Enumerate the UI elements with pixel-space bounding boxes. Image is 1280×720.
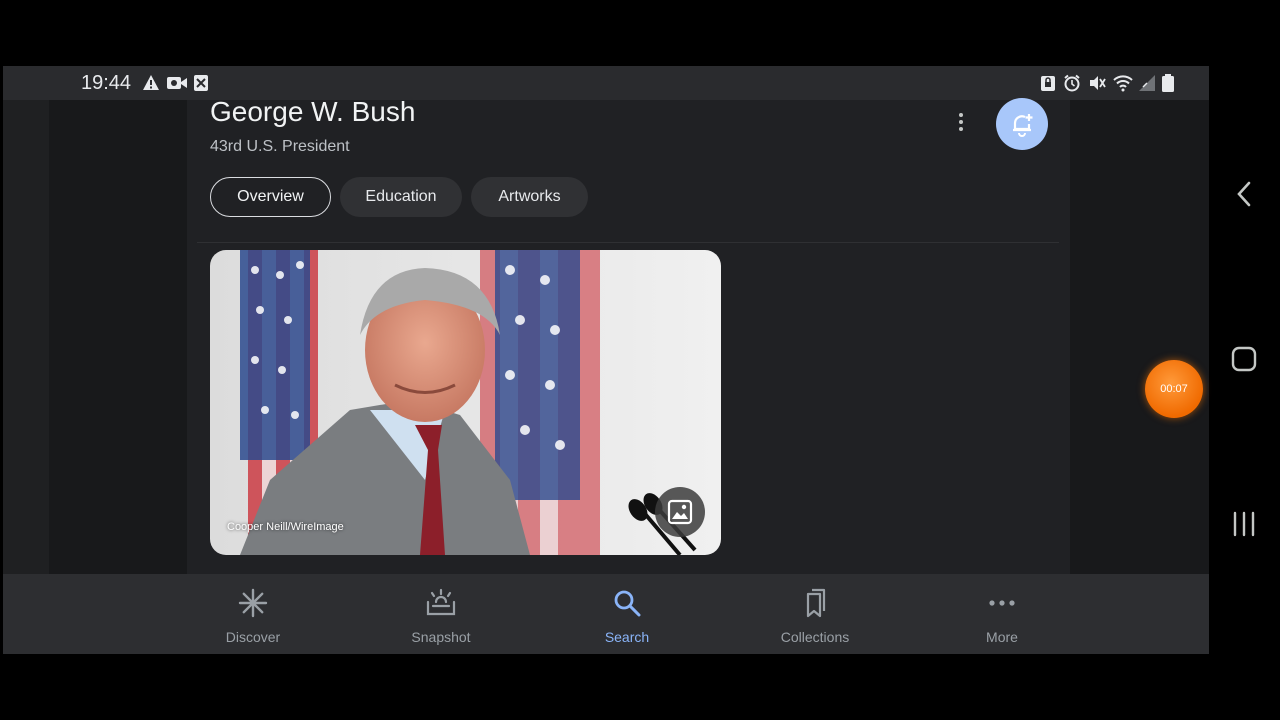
status-bar: 19:44 <box>3 66 1209 100</box>
tab-label: Artworks <box>498 188 561 205</box>
more-vert-icon[interactable] <box>949 108 973 136</box>
image-credit: Cooper Neill/WireImage <box>227 521 344 533</box>
nav-discover[interactable]: Discover <box>183 574 323 654</box>
mute-icon <box>1090 76 1106 90</box>
nav-search[interactable]: Search <box>557 574 697 654</box>
nav-collections[interactable]: Collections <box>745 574 885 654</box>
bottom-navigation: Discover Snapshot Search Collections Mor… <box>3 574 1209 654</box>
video-camera-icon <box>167 77 187 89</box>
more-horiz-icon <box>989 600 1015 606</box>
tab-label: Education <box>365 188 437 205</box>
knowledge-panel: George W. Bush 43rd U.S. President Overv… <box>187 96 1070 574</box>
warning-icon <box>143 75 159 90</box>
image-action-button[interactable] <box>655 487 705 537</box>
screen-recorder-timer[interactable]: 00:07 <box>1145 360 1203 418</box>
home-icon[interactable] <box>1230 345 1258 373</box>
recents-icon[interactable] <box>1230 510 1258 538</box>
signal-icon <box>1139 75 1155 91</box>
lock-rotation-icon <box>1041 76 1055 91</box>
nav-label: More <box>986 629 1018 645</box>
image-icon <box>667 499 693 525</box>
recorder-elapsed: 00:07 <box>1160 383 1188 395</box>
snapshot-icon <box>426 588 456 616</box>
search-icon <box>614 590 641 617</box>
nav-more[interactable]: More <box>932 574 1072 654</box>
nav-snapshot[interactable]: Snapshot <box>371 574 511 654</box>
alarm-icon <box>1064 74 1080 92</box>
tab-education[interactable]: Education <box>340 177 462 217</box>
nav-label: Search <box>604 629 650 645</box>
follow-button[interactable] <box>996 98 1048 150</box>
close-box-icon <box>194 75 208 91</box>
tab-label: Overview <box>237 188 304 205</box>
tab-artworks[interactable]: Artworks <box>471 177 588 217</box>
nav-label: Discover <box>225 629 281 645</box>
add-notification-icon <box>1013 114 1033 137</box>
status-time: 19:44 <box>81 72 132 94</box>
page-subtitle: 43rd U.S. President <box>210 138 350 155</box>
portrait-image-card[interactable]: Cooper Neill/WireImage <box>210 250 721 555</box>
phone-screen: 19:44 George W. Bush 43rd U.S. President… <box>3 66 1209 654</box>
nav-label: Snapshot <box>411 629 471 645</box>
bookmarks-icon <box>806 588 826 618</box>
battery-icon <box>1162 74 1174 92</box>
left-margin <box>3 100 49 574</box>
back-icon[interactable] <box>1230 180 1258 208</box>
right-side-panel <box>1070 100 1209 574</box>
nav-label: Collections <box>780 629 850 645</box>
tab-overview[interactable]: Overview <box>210 177 331 217</box>
asterisk-icon <box>238 588 268 618</box>
page-title: George W. Bush <box>210 96 416 127</box>
wifi-icon <box>1113 75 1133 92</box>
left-side-panel <box>49 100 187 574</box>
divider <box>197 242 1059 243</box>
portrait-photo <box>210 250 721 555</box>
